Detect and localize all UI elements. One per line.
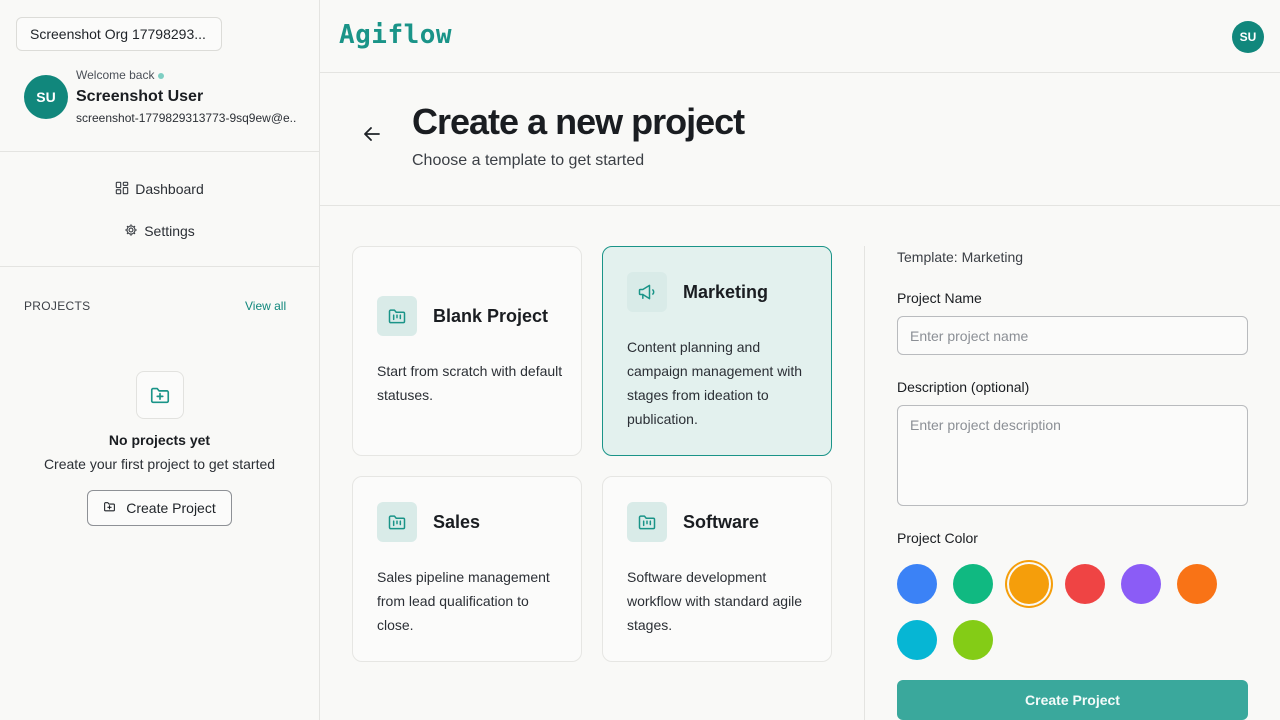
template-name: Sales: [433, 512, 481, 532]
page-header: Create a new project Choose a template t…: [320, 73, 1280, 206]
app-logo[interactable]: Agiflow: [339, 20, 452, 50]
sidebar-divider: [0, 266, 319, 267]
selected-template-label: Template: Marketing: [897, 249, 1024, 265]
color-swatch[interactable]: [897, 620, 937, 660]
form-divider: [864, 246, 865, 720]
dashboard-grid-icon: [115, 181, 129, 198]
project-color-label: Project Color: [897, 530, 978, 546]
online-status-dot: [158, 72, 165, 79]
template-name: Blank Project: [433, 306, 549, 326]
project-name-label: Project Name: [897, 290, 982, 306]
template-name: Marketing: [683, 282, 769, 302]
template-description: Content planning and campaign management…: [627, 339, 803, 427]
button-label: Create Project: [126, 500, 216, 516]
color-swatch[interactable]: [1065, 564, 1105, 604]
template-card-marketing[interactable]: Marketing Content planning and campaign …: [602, 246, 832, 456]
sidebar: Screenshot Org 17798293... SU Welcome ba…: [0, 0, 320, 720]
color-swatch[interactable]: [1177, 564, 1217, 604]
color-swatch[interactable]: [953, 564, 993, 604]
sidebar-item-label: Dashboard: [135, 181, 204, 197]
template-name: Software: [683, 512, 760, 532]
back-arrow-icon[interactable]: [360, 122, 384, 146]
megaphone-icon: [627, 272, 667, 312]
template-description: Start from scratch with default statuses…: [377, 363, 563, 403]
create-project-button[interactable]: Create Project: [897, 680, 1248, 720]
color-swatch[interactable]: [953, 620, 993, 660]
projects-section-title: PROJECTS: [24, 299, 91, 313]
project-name-input[interactable]: [897, 316, 1248, 355]
project-description-input[interactable]: [897, 405, 1248, 506]
template-description: Sales pipeline management from lead qual…: [377, 569, 550, 633]
page-title: Create a new project: [412, 101, 745, 142]
empty-state-title: No projects yet: [108, 432, 211, 448]
sidebar-create-project-button[interactable]: Create Project: [87, 490, 232, 526]
sidebar-divider: [0, 151, 319, 152]
color-swatch[interactable]: [1121, 564, 1161, 604]
user-name: Screenshot User: [76, 88, 204, 105]
template-description: Software development workflow with stand…: [627, 569, 803, 633]
color-swatch[interactable]: [897, 564, 937, 604]
welcome-text: Welcome back: [76, 68, 165, 82]
color-swatch[interactable]: [1009, 564, 1049, 604]
empty-state-subtitle: Create your first project to get started: [43, 456, 276, 472]
description-label: Description (optional): [897, 379, 1030, 395]
folder-plus-icon: [103, 500, 116, 516]
user-email: screenshot-1779829313773-9sq9ew@e...: [76, 111, 296, 125]
sidebar-item-dashboard[interactable]: Dashboard: [0, 175, 319, 203]
user-profile: SU Welcome back Screenshot User screensh…: [24, 68, 304, 128]
org-selector[interactable]: Screenshot Org 17798293...: [16, 17, 222, 51]
template-card-software[interactable]: Software Software development workflow w…: [602, 476, 832, 662]
user-avatar-button[interactable]: SU: [1232, 21, 1264, 53]
avatar: SU: [24, 75, 68, 119]
page-subtitle: Choose a template to get started: [412, 152, 645, 169]
folder-kanban-icon: [377, 296, 417, 336]
sidebar-item-label: Settings: [144, 223, 195, 239]
sidebar-item-settings[interactable]: Settings: [0, 217, 319, 245]
welcome-label: Welcome back: [76, 68, 155, 82]
folder-plus-icon: [136, 371, 184, 419]
folder-kanban-icon: [627, 502, 667, 542]
template-card-sales[interactable]: Sales Sales pipeline management from lea…: [352, 476, 582, 662]
top-bar: Agiflow SU: [320, 0, 1280, 73]
view-all-link[interactable]: View all: [245, 299, 286, 313]
folder-kanban-icon: [377, 502, 417, 542]
gear-icon: [124, 223, 138, 240]
template-card-blank[interactable]: Blank Project Start from scratch with de…: [352, 246, 582, 456]
